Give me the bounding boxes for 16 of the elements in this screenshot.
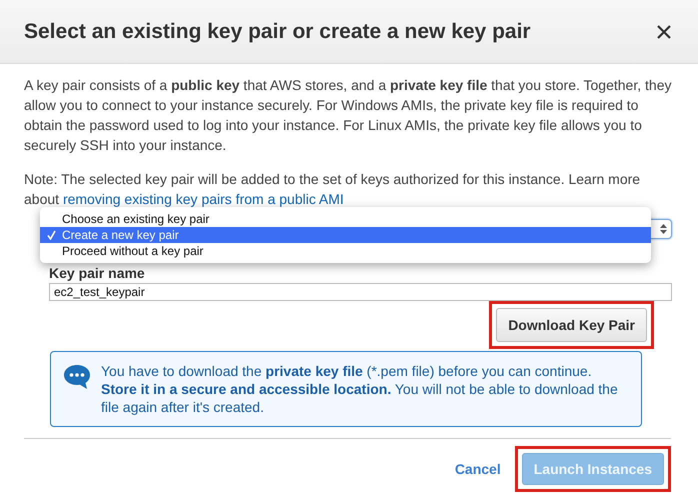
dialog-title: Select an existing key pair or create a new key pair — [24, 20, 531, 44]
close-icon[interactable] — [656, 24, 672, 40]
download-key-pair-button[interactable]: Download Key Pair — [496, 308, 647, 342]
chat-bubble-icon — [63, 364, 91, 390]
info-message: You have to download the private key file (*.pem file) before you can continue. Store it in a secure and accessible location. You will not be able to download the file again after it's created. — [101, 362, 619, 416]
dropdown-option[interactable]: Create a new key pair — [40, 227, 651, 243]
note-link[interactable]: removing existing key pairs from a public AMI — [62, 191, 344, 207]
key-pair-name-field[interactable]: ec2_test_keypair — [49, 283, 672, 301]
dropdown-option[interactable]: Choose an existing key pair — [40, 211, 651, 227]
key-pair-name-label: Key pair name — [49, 265, 146, 281]
intro-text: A key pair consists of a public key that AWS stores, and a private key file that you store. Together, they allow you to connect to your instance securely. For Windows AMIs, the private key file is required to obtain the password used to log into your instance. For Linux AMIs, the private key file allows you to securely SSH into your instance. — [24, 76, 672, 155]
note-text: Note: The selected key pair will be added to the set of keys authorized for this instance. Learn more about removing existing key pairs from a public AMI — [24, 170, 642, 209]
cancel-link[interactable]: Cancel — [454, 461, 501, 477]
dropdown-option[interactable]: Proceed without a key pair — [40, 243, 651, 259]
checkmark-icon — [47, 230, 56, 240]
select-arrows-icon — [660, 223, 667, 235]
